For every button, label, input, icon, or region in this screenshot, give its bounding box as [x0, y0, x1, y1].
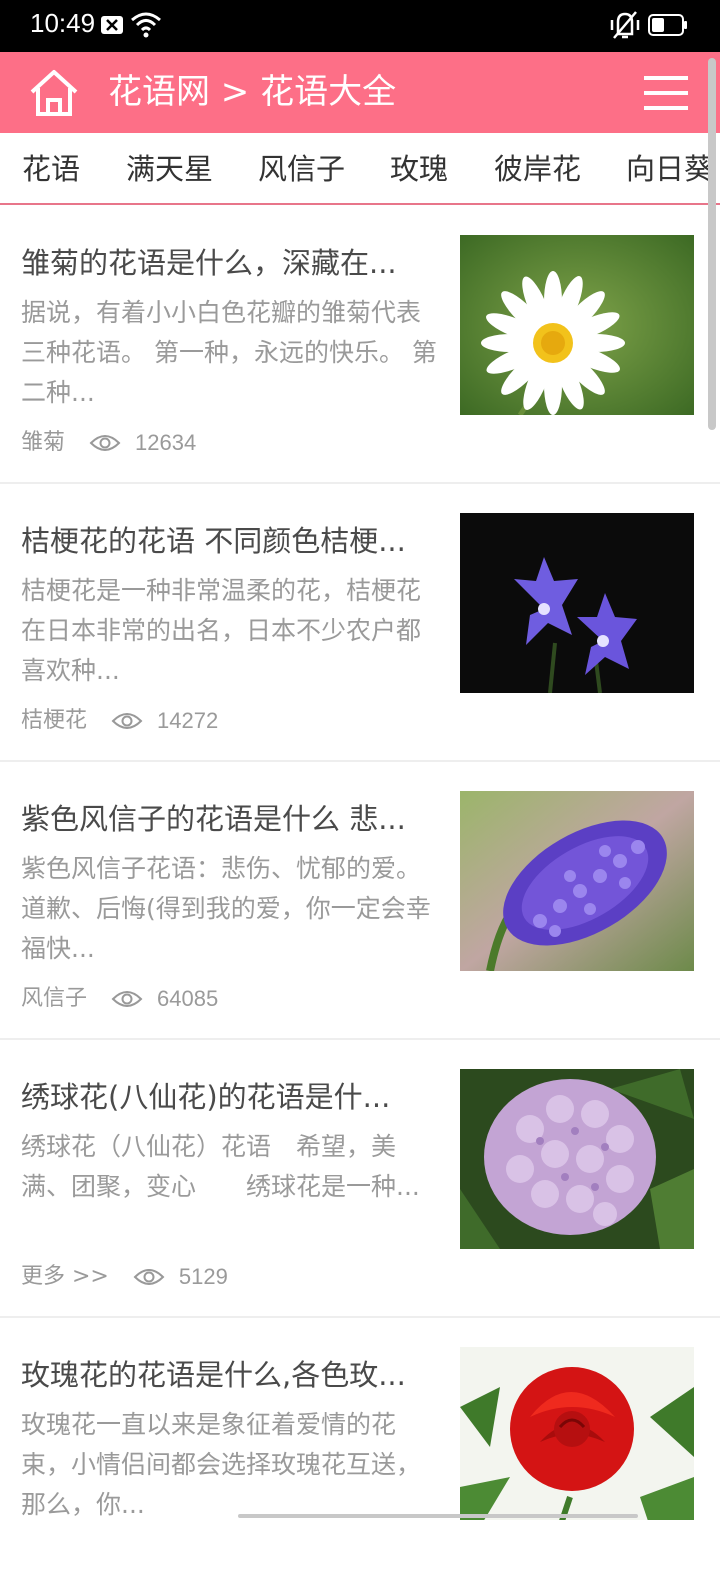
tab-bianhua[interactable]: 彼岸花 [494, 149, 581, 189]
article-summary: 据说，有着小小白色花瓣的雏菊代表三种花语。 第一种，永远的快乐。 第二种... [21, 298, 437, 407]
tab-fengxinzi[interactable]: 风信子 [258, 149, 345, 189]
list-item[interactable]: 玫瑰花的花语是什么,各色玫... 玫瑰花一直以来是象征着爱情的花束，小情侣间都会… [0, 1317, 720, 1594]
article-tag[interactable]: 桔梗花 [21, 704, 87, 738]
vertical-scrollbar[interactable] [708, 58, 716, 430]
notification-icon [101, 16, 123, 34]
article-thumbnail[interactable] [460, 1069, 694, 1249]
home-icon[interactable] [28, 68, 80, 118]
balloon-flower-image [460, 513, 694, 693]
horizontal-scrollbar[interactable] [238, 1514, 638, 1518]
wifi-icon [131, 12, 161, 38]
eye-icon [111, 713, 143, 729]
article-thumbnail[interactable] [460, 1347, 694, 1520]
rose-image [460, 1347, 694, 1520]
article-thumbnail[interactable] [460, 513, 694, 693]
article-meta: 桔梗花 14272 [21, 704, 218, 738]
hyacinth-image [460, 791, 694, 971]
category-tabs: 花语 满天星 风信子 玫瑰 彼岸花 向日葵 [0, 133, 720, 205]
article-title[interactable]: 雏菊的花语是什么，深藏在... [21, 243, 441, 283]
article-title[interactable]: 桔梗花的花语 不同颜色桔梗... [21, 521, 441, 561]
battery-icon [648, 14, 687, 36]
eye-icon [111, 991, 143, 1007]
list-item[interactable]: 桔梗花的花语 不同颜色桔梗... 桔梗花是一种非常温柔的花，桔梗花在日本非常的出… [0, 483, 720, 762]
eye-icon [89, 435, 121, 451]
article-title[interactable]: 紫色风信子的花语是什么 悲... [21, 799, 441, 839]
eye-icon [133, 1269, 165, 1285]
more-link[interactable]: 更多 >> [21, 1260, 109, 1294]
article-summary: 桔梗花是一种非常温柔的花，桔梗花在日本非常的出名，日本不少农户都喜欢种... [21, 576, 422, 685]
article-meta: 更多 >> 5129 [21, 1260, 228, 1294]
daisy-image [460, 235, 694, 415]
tab-mantianxing[interactable]: 满天星 [126, 149, 213, 189]
status-time: 10:49 [30, 8, 96, 38]
view-count: 64085 [157, 986, 219, 1011]
article-tag[interactable]: 雏菊 [21, 426, 65, 460]
article-meta: 风信子 64085 [21, 982, 218, 1016]
article-summary: 绣球花（八仙花）花语 希望，美满、团聚，变心 绣球花是一种... [21, 1132, 420, 1201]
article-summary: 紫色风信子花语：悲伤、忧郁的爱。道歉、后悔(得到我的爱，你一定会幸福快... [21, 854, 431, 963]
hydrangea-image [460, 1069, 694, 1249]
article-tag[interactable]: 风信子 [21, 982, 87, 1016]
article-meta: 雏菊 12634 [21, 426, 196, 460]
list-item[interactable]: 绣球花(八仙花)的花语是什... 绣球花（八仙花）花语 希望，美满、团聚，变心 … [0, 1039, 720, 1318]
view-count: 14272 [157, 708, 219, 733]
article-thumbnail[interactable] [460, 791, 694, 971]
page-title: 花语网 > 花语大全 [108, 72, 397, 112]
menu-icon[interactable] [642, 74, 690, 112]
view-count: 12634 [135, 430, 197, 455]
article-thumbnail[interactable] [460, 235, 694, 415]
tab-huayu[interactable]: 花语 [22, 149, 80, 189]
vibrate-icon [610, 11, 640, 39]
tab-xiangrikui[interactable]: 向日葵 [626, 149, 713, 189]
view-count: 5129 [178, 1264, 228, 1289]
status-bar: 10:49 [0, 0, 720, 52]
article-title[interactable]: 玫瑰花的花语是什么,各色玫... [21, 1355, 441, 1395]
list-item[interactable]: 紫色风信子的花语是什么 悲... 紫色风信子花语：悲伤、忧郁的爱。道歉、后悔(得… [0, 761, 720, 1040]
list-item[interactable]: 雏菊的花语是什么，深藏在... 据说，有着小小白色花瓣的雏菊代表三种花语。 第一… [0, 205, 720, 484]
app-header: 花语网 > 花语大全 [0, 52, 720, 133]
article-title[interactable]: 绣球花(八仙花)的花语是什... [21, 1077, 441, 1117]
article-summary: 玫瑰花一直以来是象征着爱情的花束，小情侣间都会选择玫瑰花互送，那么，你... [21, 1410, 422, 1519]
tab-meigui[interactable]: 玫瑰 [390, 149, 448, 189]
